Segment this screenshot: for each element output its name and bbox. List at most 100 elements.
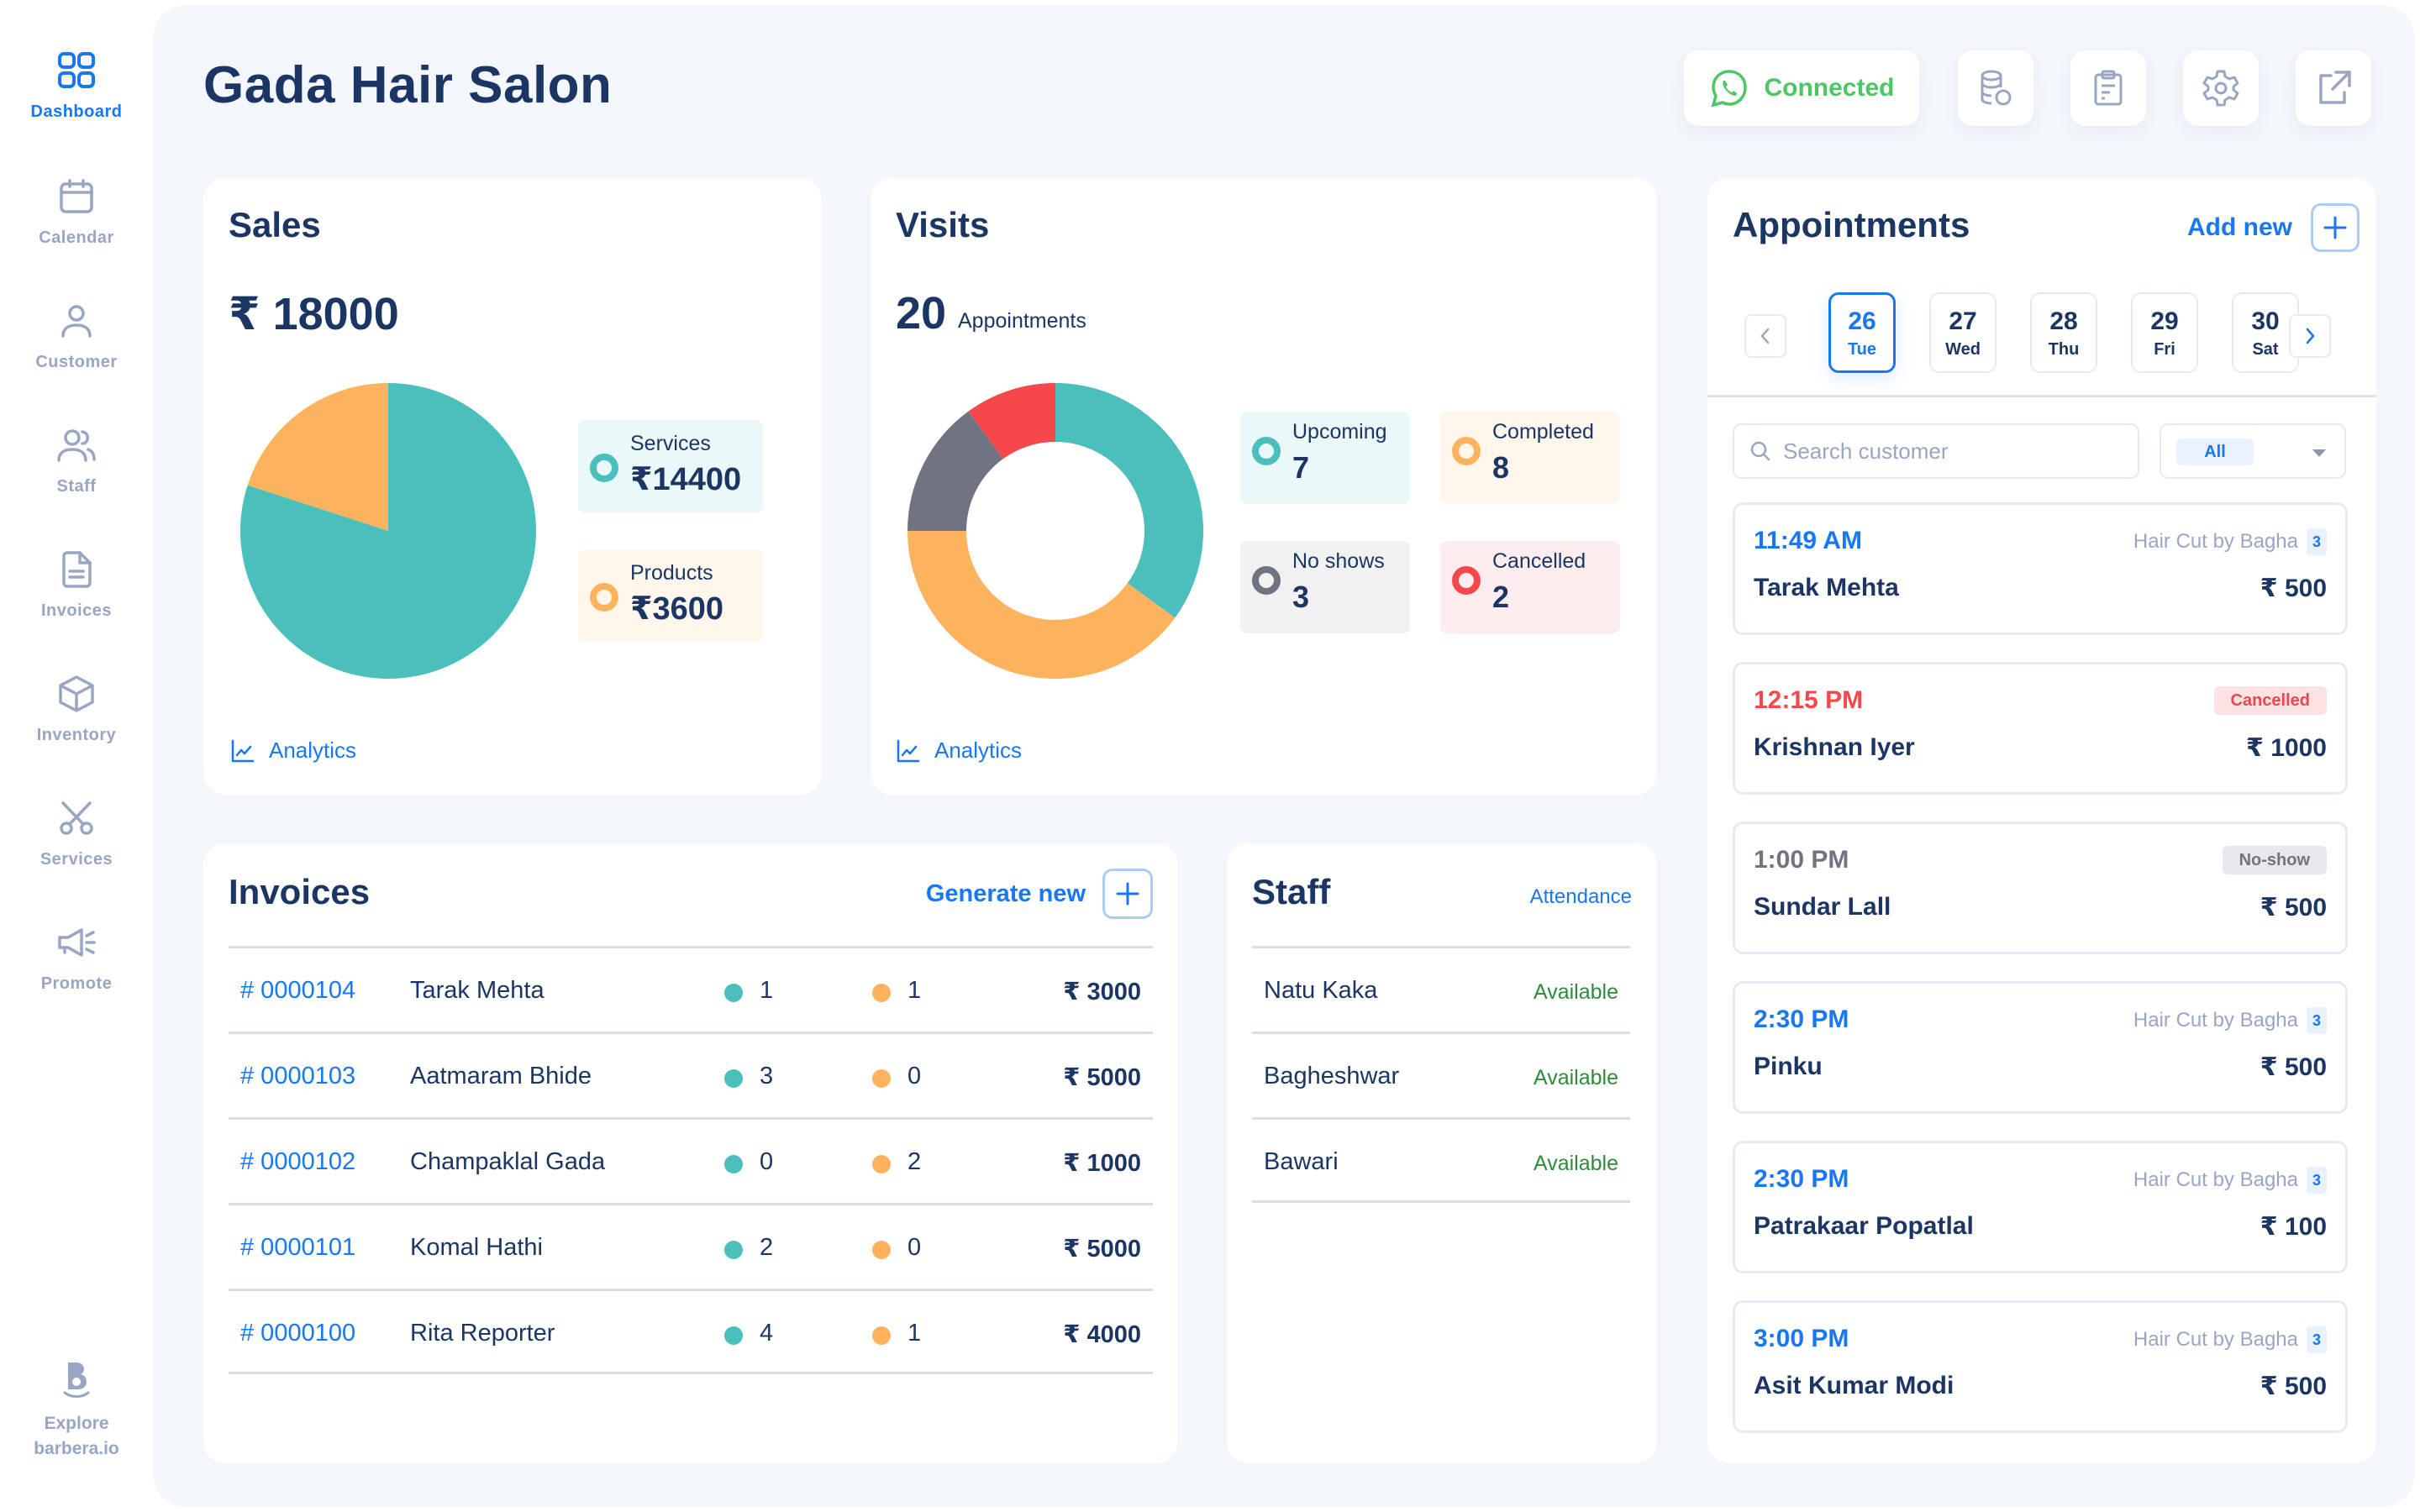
search-icon (1750, 441, 1770, 461)
sidebar-item-services[interactable]: Services (0, 798, 153, 869)
appointment-card[interactable]: 2:30 PM Hair Cut by Bagha 3 Pinku ₹ 500 (1733, 981, 2348, 1114)
sidebar-item-staff[interactable]: Staff (0, 425, 153, 496)
clipboard-button[interactable] (2070, 50, 2146, 126)
invoice-number-link[interactable]: # 0000104 (240, 977, 355, 1005)
appointment-price: ₹ 500 (2260, 575, 2327, 602)
date-chip-27[interactable]: 27 Wed (1929, 292, 1996, 373)
invoice-row[interactable]: # 0000103 Aatmaram Bhide 3 0 ₹ 5000 (229, 1032, 1153, 1117)
line-chart-icon (897, 739, 920, 762)
add-appointment-button[interactable]: Add new (2187, 203, 2360, 252)
staff-name: Bagheshwar (1264, 1063, 1400, 1089)
search-customer-input[interactable] (1783, 438, 2119, 465)
next-dates-button[interactable] (2289, 314, 2331, 358)
database-button[interactable] (1958, 50, 2033, 126)
services-dot-icon (724, 984, 743, 1002)
date-weekday: Thu (2048, 339, 2080, 359)
generate-invoice-button[interactable]: Generate new (926, 869, 1153, 919)
prev-dates-button[interactable] (1744, 314, 1786, 358)
visits-analytics-link[interactable]: Analytics (896, 738, 1022, 764)
sidebar-item-dashboard[interactable]: Dashboard (0, 50, 153, 122)
invoice-row[interactable]: # 0000102 Champaklal Gada 0 2 ₹ 1000 (229, 1117, 1153, 1203)
products-dot-icon (872, 1155, 891, 1173)
orange-ring-icon (590, 583, 618, 612)
red-ring-icon (1452, 566, 1481, 595)
invoice-number-link[interactable]: # 0000101 (240, 1234, 355, 1262)
add-new-label: Add new (2187, 213, 2292, 241)
appointment-customer: Krishnan Iyer (1754, 733, 1915, 761)
status-filter-select[interactable]: All (2160, 423, 2346, 479)
appointment-service: Hair Cut by Bagha 3 (2133, 1326, 2327, 1353)
sidebar-item-label: Calendar (39, 228, 114, 247)
invoice-services-count: 3 (760, 1063, 774, 1089)
appointment-service: Hair Cut by Bagha 3 (2133, 1007, 2327, 1034)
appointment-time: 2:30 PM (1754, 1165, 1849, 1193)
calendar-icon (60, 179, 93, 213)
plus-icon (2323, 216, 2347, 239)
chevron-right-icon (2306, 328, 2315, 344)
user-icon (61, 305, 92, 338)
products-dot-icon (872, 1241, 891, 1259)
staff-row[interactable]: Bagheshwar Available (1252, 1032, 1630, 1117)
sidebar-item-calendar[interactable]: Calendar (0, 176, 153, 248)
date-chip-26[interactable]: 26 Tue (1828, 292, 1896, 373)
appointment-customer: Asit Kumar Modi (1754, 1372, 1954, 1399)
date-weekday: Sat (2252, 339, 2279, 359)
open-external-button[interactable] (2296, 50, 2371, 126)
invoice-customer: Champaklal Gada (410, 1148, 606, 1175)
invoice-number-link[interactable]: # 0000100 (240, 1320, 355, 1347)
invoice-row[interactable]: # 0000101 Komal Hathi 2 0 ₹ 5000 (229, 1203, 1153, 1289)
search-customer-field[interactable] (1733, 423, 2139, 479)
settings-button[interactable] (2183, 50, 2259, 126)
chevron-left-icon (1760, 328, 1770, 344)
invoice-amount: ₹ 5000 (1063, 1236, 1141, 1263)
products-label: Products (630, 561, 713, 585)
date-chip-28[interactable]: 28 Thu (2030, 292, 2097, 373)
sidebar-item-inventory[interactable]: Inventory (0, 674, 153, 745)
invoice-number-link[interactable]: # 0000103 (240, 1063, 355, 1090)
date-chip-29[interactable]: 29 Fri (2131, 292, 2198, 373)
staff-row[interactable]: Natu Kaka Available (1252, 946, 1630, 1032)
invoice-customer: Rita Reporter (410, 1320, 555, 1347)
sales-analytics-link[interactable]: Analytics (230, 738, 356, 764)
invoice-products-count: 0 (908, 1234, 922, 1261)
appointment-customer: Pinku (1754, 1053, 1823, 1080)
sidebar-item-label: Invoices (40, 601, 113, 620)
explore-barbera-link[interactable]: Explore barbera.io (0, 1361, 153, 1462)
appointments-panel: Appointments Add new 26 Tue 27 Wed 28 Thu 29 Fr… (1707, 178, 2376, 1463)
sidebar-item-invoices[interactable]: Invoices (0, 549, 153, 621)
attendance-link[interactable]: Attendance (1530, 885, 1632, 909)
whatsapp-icon (1711, 70, 1748, 108)
appointment-card[interactable]: 12:15 PM Cancelled Krishnan Iyer ₹ 1000 (1733, 662, 2348, 795)
gray-ring-icon (1252, 566, 1281, 595)
invoice-number-link[interactable]: # 0000102 (240, 1148, 355, 1176)
invoice-row[interactable]: # 0000100 Rita Reporter 4 1 ₹ 4000 (229, 1289, 1153, 1374)
clipboard-icon (2094, 70, 2123, 106)
sidebar-item-customer[interactable]: Customer (0, 301, 153, 372)
visits-card: Visits 20 Appointments Upcoming 7 Comple… (871, 178, 1657, 795)
appointment-card[interactable]: 1:00 PM No-show Sundar Lall ₹ 500 (1733, 822, 2348, 954)
staff-row[interactable]: Bawari Available (1252, 1117, 1630, 1203)
appointment-card[interactable]: 3:00 PM Hair Cut by Bagha 3 Asit Kumar Modi… (1733, 1300, 2348, 1433)
teal-ring-icon (1252, 437, 1281, 465)
appointment-card[interactable]: 11:49 AM Hair Cut by Bagha 3 Tarak Mehta ₹ 5… (1733, 502, 2348, 635)
whatsapp-status-button[interactable]: Connected (1684, 50, 1919, 126)
upcoming-label: Upcoming (1292, 420, 1387, 444)
sidebar-item-label: Inventory (36, 726, 117, 744)
invoice-products-count: 2 (908, 1148, 922, 1175)
appointment-card[interactable]: 2:30 PM Hair Cut by Bagha 3 Patrakaar Popat… (1733, 1141, 2348, 1273)
sidebar-item-promote[interactable]: Promote (0, 922, 153, 994)
service-label: Hair Cut by Bagha (2133, 1009, 2298, 1032)
invoice-customer: Komal Hathi (410, 1234, 543, 1261)
service-count-badge: 3 (2307, 1326, 2327, 1353)
appointment-service: Hair Cut by Bagha 3 (2133, 528, 2327, 555)
products-dot-icon (872, 984, 891, 1002)
cancelled-value: 2 (1492, 580, 1510, 614)
products-dot-icon (872, 1326, 891, 1345)
appointment-time: 12:15 PM (1754, 686, 1864, 714)
status-badge: Cancelled (2213, 686, 2327, 715)
scissors-icon (60, 801, 93, 835)
invoice-products-count: 1 (908, 1320, 922, 1347)
date-day: 27 (1949, 307, 1977, 335)
visits-donut-chart (908, 383, 1203, 679)
invoice-row[interactable]: # 0000104 Tarak Mehta 1 1 ₹ 3000 (229, 946, 1153, 1032)
